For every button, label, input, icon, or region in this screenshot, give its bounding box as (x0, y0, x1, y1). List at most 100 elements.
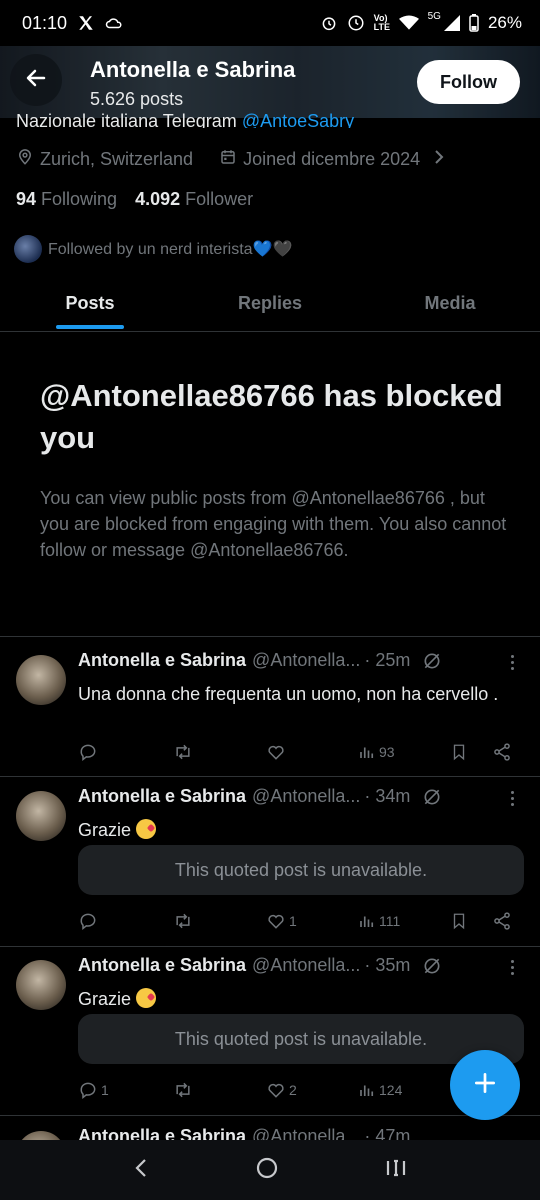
signal-icon (443, 15, 460, 31)
location-text: Zurich, Switzerland (40, 149, 194, 169)
bookmark-icon[interactable] (450, 911, 468, 931)
post-item[interactable]: Antonella e Sabrina @Antonella... · 25m … (0, 650, 540, 775)
quoted-post-unavailable: This quoted post is unavailable. (78, 845, 524, 895)
calendar-icon (219, 148, 237, 171)
profile-tabs: Posts Replies Media (0, 280, 540, 332)
status-bar: 01:10 Vo) LTE 5G 26% (0, 0, 540, 46)
status-time: 01:10 (22, 12, 68, 33)
location-icon (16, 148, 34, 171)
repost-icon[interactable] (172, 742, 197, 762)
profile-meta: Zurich, Switzerland Joined dicembre 2024 (16, 148, 446, 171)
follower-avatar (14, 235, 42, 263)
reply-icon[interactable]: 1 (78, 1080, 109, 1100)
nav-back-icon[interactable] (132, 1157, 150, 1184)
profile-bio: Nazionale italiana Telegram @AntoeSabry (16, 106, 354, 128)
divider (0, 636, 540, 637)
quoted-post-unavailable: This quoted post is unavailable. (78, 1014, 524, 1064)
alarm-icon (320, 14, 338, 32)
reply-icon[interactable] (78, 911, 101, 931)
follow-stats: 94 Following 4.092 Follower (16, 189, 253, 210)
tab-replies[interactable]: Replies (180, 280, 360, 331)
header-title: Antonella e Sabrina (90, 57, 296, 82)
post-time: · 47m (364, 1126, 411, 1140)
x-logo-icon (77, 14, 95, 32)
post-handle: @Antonella... (252, 650, 361, 670)
post-author[interactable]: Antonella e Sabrina (78, 955, 246, 976)
cloud-icon (105, 15, 123, 31)
blocked-description: You can view public posts from @Antonell… (40, 488, 507, 560)
avatar[interactable] (16, 960, 66, 1010)
post-handle: @Antonella... (252, 786, 361, 806)
divider (0, 776, 540, 777)
post-header: Antonella e Sabrina @Antonella... · 25m (78, 650, 498, 671)
grok-icon[interactable] (422, 787, 442, 807)
repost-icon[interactable] (172, 1080, 197, 1100)
kiss-emoji-icon (136, 819, 157, 839)
grok-icon[interactable] (422, 956, 442, 976)
battery-icon (469, 14, 479, 32)
post-header: Antonella e Sabrina @Antonella... · 34m (78, 786, 498, 807)
post-time: · 25m (364, 650, 411, 670)
tab-media[interactable]: Media (360, 280, 540, 331)
post-time: · 35m (364, 955, 411, 975)
avatar[interactable] (16, 1131, 66, 1140)
bio-link[interactable]: @AntoeSabry (242, 111, 354, 128)
arrow-left-icon (24, 66, 48, 95)
views-icon[interactable]: 124 (358, 1081, 402, 1099)
post-actions: 1 111 (78, 909, 518, 933)
network-type: 5G (427, 11, 441, 22)
divider (0, 946, 540, 947)
followed-by[interactable]: Followed by un nerd interista💙🖤 (14, 235, 292, 263)
post-item[interactable]: Antonella e Sabrina @Antonella... · 34m … (0, 786, 540, 946)
more-options-icon[interactable] (505, 650, 520, 675)
repost-icon[interactable] (172, 911, 197, 931)
avatar[interactable] (16, 655, 66, 705)
nav-recents-icon[interactable] (384, 1157, 408, 1184)
post-header: Antonella e Sabrina @Antonella... · 35m (78, 955, 498, 976)
post-author[interactable]: Antonella e Sabrina (78, 1126, 246, 1140)
followed-by-text: Followed by un nerd interista💙🖤 (48, 241, 293, 258)
post-handle: @Antonella... (252, 955, 361, 975)
system-nav-bar (0, 1140, 540, 1200)
bookmark-icon[interactable] (450, 742, 468, 762)
post-actions: 93 (78, 740, 518, 764)
post-handle: @Antonella... (252, 1126, 361, 1140)
views-icon[interactable]: 93 (358, 743, 395, 761)
kiss-emoji-icon (136, 988, 157, 1008)
post-author[interactable]: Antonella e Sabrina (78, 786, 246, 807)
volte-indicator: Vo) LTE (373, 13, 390, 32)
divider (0, 1115, 540, 1116)
blocked-notice: @Antonellae86766 has blocked you You can… (40, 375, 510, 563)
share-icon[interactable] (492, 911, 512, 931)
like-icon[interactable]: 2 (266, 1080, 297, 1100)
nav-home-icon[interactable] (255, 1156, 279, 1185)
posts-count: 5.626 posts (90, 89, 184, 109)
more-options-icon[interactable] (505, 786, 520, 811)
follow-button[interactable]: Follow (417, 60, 520, 104)
reply-icon[interactable] (78, 742, 101, 762)
chevron-right-icon[interactable] (432, 149, 446, 170)
following-link[interactable]: 94 Following (16, 189, 117, 210)
tab-posts[interactable]: Posts (0, 280, 180, 331)
post-item[interactable]: Antonella e Sabrina @Antonella... · 47m (0, 1126, 540, 1140)
battery-percent: 26% (487, 13, 522, 32)
post-text: Una donna che frequenta un uomo, non ha … (78, 684, 499, 704)
followers-link[interactable]: 4.092 Follower (135, 189, 253, 210)
plus-icon (472, 1070, 498, 1101)
bio-text: Nazionale italiana Telegram (16, 111, 237, 128)
like-icon[interactable] (266, 742, 289, 762)
wifi-icon (398, 15, 419, 31)
back-button[interactable] (10, 54, 62, 106)
post-time: · 34m (364, 786, 411, 806)
like-icon[interactable]: 1 (266, 911, 297, 931)
avatar[interactable] (16, 791, 66, 841)
blocked-title: @Antonellae86766 has blocked you (40, 378, 503, 455)
grok-icon[interactable] (422, 651, 442, 671)
post-author[interactable]: Antonella e Sabrina (78, 650, 246, 671)
clock-icon (347, 14, 365, 32)
views-icon[interactable]: 111 (358, 912, 400, 930)
more-options-icon[interactable] (505, 955, 520, 980)
post-text: Grazie (78, 985, 508, 1013)
share-icon[interactable] (492, 742, 512, 762)
compose-button[interactable] (450, 1050, 520, 1120)
